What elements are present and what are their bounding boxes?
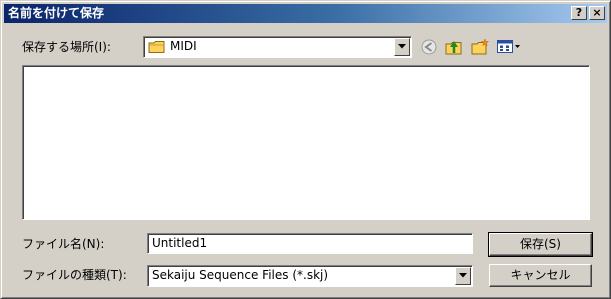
up-folder-icon[interactable] bbox=[444, 38, 464, 56]
location-dropdown-button[interactable] bbox=[394, 38, 410, 56]
new-folder-icon[interactable] bbox=[470, 38, 490, 56]
close-button[interactable]: × bbox=[589, 6, 605, 20]
filename-label: ファイル名(N): bbox=[22, 237, 105, 251]
file-list[interactable] bbox=[22, 65, 590, 220]
filetype-value: Sekaiju Sequence Files (*.skj) bbox=[152, 268, 329, 282]
view-menu-icon[interactable] bbox=[496, 38, 522, 56]
help-button[interactable]: ? bbox=[571, 6, 587, 20]
save-button[interactable]: 保存(S) bbox=[488, 232, 593, 257]
folder-icon bbox=[148, 40, 166, 54]
save-as-dialog: 名前を付けて保存 ? × 保存する場所(I): MIDI ファイル名(N): U… bbox=[0, 0, 611, 299]
chevron-down-icon bbox=[398, 44, 406, 49]
filetype-combo[interactable]: Sekaiju Sequence Files (*.skj) bbox=[147, 265, 473, 287]
filetype-dropdown-button[interactable] bbox=[455, 267, 471, 285]
location-value: MIDI bbox=[170, 39, 197, 53]
chevron-down-icon bbox=[459, 273, 467, 278]
location-label: 保存する場所(I): bbox=[22, 40, 111, 54]
filename-input[interactable]: Untitled1 bbox=[147, 233, 473, 254]
location-combo[interactable]: MIDI bbox=[143, 36, 412, 58]
filetype-label: ファイルの種類(T): bbox=[22, 268, 127, 282]
back-arrow-icon[interactable] bbox=[419, 38, 439, 56]
dialog-title: 名前を付けて保存 bbox=[8, 6, 105, 20]
title-bar[interactable]: 名前を付けて保存 ? × bbox=[4, 4, 607, 23]
cancel-button[interactable]: キャンセル bbox=[489, 264, 592, 287]
